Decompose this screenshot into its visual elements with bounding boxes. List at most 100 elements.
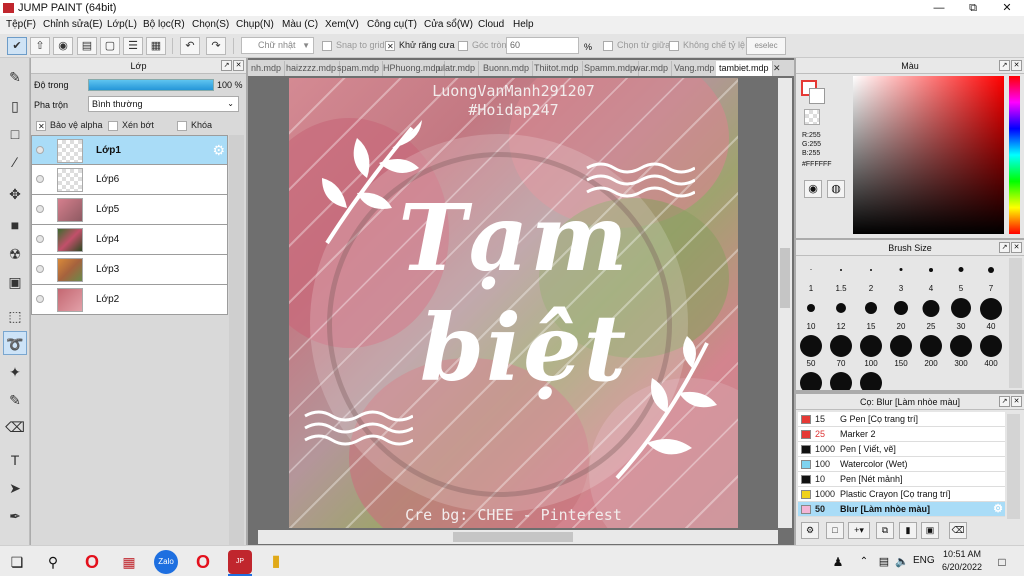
layer-row[interactable]: Lớp5 bbox=[31, 195, 228, 225]
blend-select[interactable]: Bình thường ⌄ bbox=[88, 96, 239, 112]
float-icon[interactable]: ↗ bbox=[999, 396, 1010, 407]
check-icon[interactable]: ✔ bbox=[7, 37, 27, 55]
no-ratio-checkbox[interactable]: Không chế tỷ lệ bbox=[669, 39, 745, 52]
brush-size-cell[interactable]: 70 bbox=[826, 335, 856, 371]
document-tab-active[interactable]: tambiet.mdp bbox=[716, 61, 773, 76]
brush-size-dot[interactable] bbox=[800, 372, 822, 390]
layout-icon[interactable]: ▦ bbox=[146, 37, 166, 55]
close-icon[interactable]: ✕ bbox=[770, 61, 784, 76]
document-tab[interactable]: Vang.mdp bbox=[671, 61, 719, 76]
artboard[interactable]: LuongVanManh291207 #Hoidap247 Tạm biệt C… bbox=[289, 78, 738, 528]
layer-row[interactable]: Lớp2 bbox=[31, 285, 228, 315]
brush-add-menu-icon[interactable]: +▾ bbox=[848, 522, 870, 539]
corner-radius-input[interactable]: 60 bbox=[506, 37, 579, 54]
speech-bubble-icon[interactable]: ◉ bbox=[53, 37, 73, 55]
menu-color[interactable]: Màu (C) bbox=[282, 19, 318, 30]
menu-layer[interactable]: Lớp(L) bbox=[107, 19, 137, 30]
scroll-thumb[interactable] bbox=[780, 248, 790, 308]
brush-item[interactable]: 100 Watercolor (Wet) bbox=[798, 457, 1005, 472]
clipping-checkbox[interactable]: Xén bớt bbox=[108, 119, 154, 132]
select-pen-icon[interactable]: ✎ bbox=[3, 388, 27, 412]
opacity-slider[interactable] bbox=[88, 79, 214, 91]
color-saturation-picker[interactable] bbox=[853, 76, 1004, 234]
transparent-swatch[interactable] bbox=[804, 109, 820, 125]
eye-icon[interactable] bbox=[36, 265, 44, 273]
brush-size-cell[interactable]: 5 bbox=[946, 260, 976, 296]
float-icon[interactable]: ↗ bbox=[999, 60, 1010, 71]
operation-tool-icon[interactable]: ➤ bbox=[3, 476, 27, 500]
menu-cloud[interactable]: Cloud bbox=[478, 19, 504, 30]
brush-size-dot[interactable] bbox=[830, 372, 852, 390]
jump-paint-taskbar-icon[interactable]: JP bbox=[228, 550, 252, 574]
brush-item[interactable]: 1000 Plastic Crayon [Cọ trang trí] bbox=[798, 487, 1005, 502]
layer-row[interactable]: Lớp6 bbox=[31, 165, 228, 195]
brush-list-scrollbar[interactable] bbox=[1007, 414, 1020, 519]
document-tab[interactable]: nh.mdp bbox=[248, 61, 286, 76]
deselect-button[interactable]: eselec bbox=[746, 37, 786, 55]
line-tool-icon[interactable]: ∕ bbox=[3, 150, 27, 174]
brush-size-dot[interactable] bbox=[860, 372, 882, 390]
select-eraser-icon[interactable]: ⌫ bbox=[3, 415, 27, 439]
menu-edit[interactable]: Chỉnh sửa(E) bbox=[43, 19, 103, 30]
clock-time[interactable]: 10:51 AM bbox=[940, 549, 984, 559]
background-color-swatch[interactable] bbox=[809, 88, 825, 104]
people-icon[interactable]: ♟ bbox=[826, 550, 850, 574]
menu-tools[interactable]: Công cụ(T) bbox=[367, 19, 417, 30]
menu-view[interactable]: Xem(V) bbox=[325, 19, 359, 30]
search-icon[interactable]: ⚲ bbox=[41, 550, 65, 574]
brush-size-cell[interactable]: 12 bbox=[826, 298, 856, 334]
brush-size-cell[interactable]: 1 bbox=[796, 260, 826, 296]
eye-icon[interactable] bbox=[36, 175, 44, 183]
maximize-button[interactable]: ⧉ bbox=[956, 0, 990, 16]
menu-window[interactable]: Cửa sổ(W) bbox=[424, 19, 473, 30]
trash-icon[interactable]: ⌫ bbox=[949, 522, 967, 539]
brush-size-cell[interactable]: 4 bbox=[916, 260, 946, 296]
eye-icon[interactable] bbox=[36, 146, 44, 154]
app-tile-icon[interactable]: ▦ bbox=[117, 550, 141, 574]
notification-icon[interactable]: □ bbox=[990, 550, 1014, 574]
brush-item[interactable]: 1000 Pen [ Viết, vẽ] bbox=[798, 442, 1005, 457]
document-tab[interactable]: spam.mdp bbox=[334, 61, 384, 76]
bucket-tool-icon[interactable]: ☢ bbox=[3, 242, 27, 266]
canvas-vertical-scrollbar[interactable] bbox=[778, 78, 792, 528]
scroll-thumb[interactable] bbox=[453, 532, 573, 542]
layer-row[interactable]: Lớp4 bbox=[31, 225, 228, 255]
page-icon[interactable]: ▢ bbox=[100, 37, 120, 55]
float-icon[interactable]: ↗ bbox=[999, 242, 1010, 253]
close-icon[interactable]: ✕ bbox=[233, 60, 244, 71]
close-icon[interactable]: ✕ bbox=[1011, 60, 1022, 71]
document-tab[interactable]: haizzzz.mdp bbox=[283, 61, 341, 76]
rectangle-tool-icon[interactable]: □ bbox=[3, 122, 27, 146]
eye-icon[interactable] bbox=[36, 295, 44, 303]
gear-icon[interactable]: ⚙ bbox=[212, 142, 225, 159]
brush-settings-icon[interactable]: ⚙ bbox=[801, 522, 819, 539]
float-icon[interactable]: ↗ bbox=[221, 60, 232, 71]
snap-to-grid-checkbox[interactable]: Snap to grid bbox=[322, 39, 385, 52]
palette-settings-icon[interactable]: ◍ bbox=[827, 180, 845, 198]
export-icon[interactable]: ⇧ bbox=[30, 37, 50, 55]
brush-size-cell[interactable]: 7 bbox=[976, 260, 1006, 296]
brush-size-cell[interactable]: 10 bbox=[796, 298, 826, 334]
protect-alpha-checkbox[interactable]: Bảo vệ alpha bbox=[36, 119, 103, 133]
move-tool-icon[interactable]: ✥ bbox=[3, 182, 27, 206]
menu-filter[interactable]: Bộ lọc(R) bbox=[143, 19, 185, 30]
canvas-horizontal-scrollbar[interactable] bbox=[258, 530, 778, 544]
brush-size-cell[interactable]: 300 bbox=[946, 335, 976, 371]
brush-copy-icon[interactable]: ⧉ bbox=[876, 522, 894, 539]
lock-checkbox[interactable]: Khóa bbox=[177, 119, 212, 132]
eraser-tool-icon[interactable]: ▯ bbox=[3, 94, 27, 118]
close-icon[interactable]: ✕ bbox=[1011, 396, 1022, 407]
brush-item[interactable]: 15 G Pen [Cọ trang trí] bbox=[798, 412, 1005, 427]
redo-icon[interactable]: ↷ bbox=[206, 37, 226, 55]
minimize-button[interactable]: — bbox=[922, 0, 956, 16]
menu-select[interactable]: Chọn(S) bbox=[192, 19, 229, 30]
brush-item[interactable]: 25 Marker 2 bbox=[798, 427, 1005, 442]
round-corner-checkbox[interactable]: Góc tròn bbox=[458, 39, 507, 52]
brush-size-cell[interactable]: 2 bbox=[856, 260, 886, 296]
palette-icon[interactable]: ◉ bbox=[804, 180, 822, 198]
document-tab[interactable]: ulatr.mdp bbox=[435, 61, 480, 76]
text-tool-icon[interactable]: T bbox=[3, 448, 27, 472]
menu-help[interactable]: Help bbox=[513, 19, 534, 30]
folder-icon[interactable]: ▮ bbox=[264, 550, 288, 574]
close-icon[interactable]: ✕ bbox=[1011, 242, 1022, 253]
